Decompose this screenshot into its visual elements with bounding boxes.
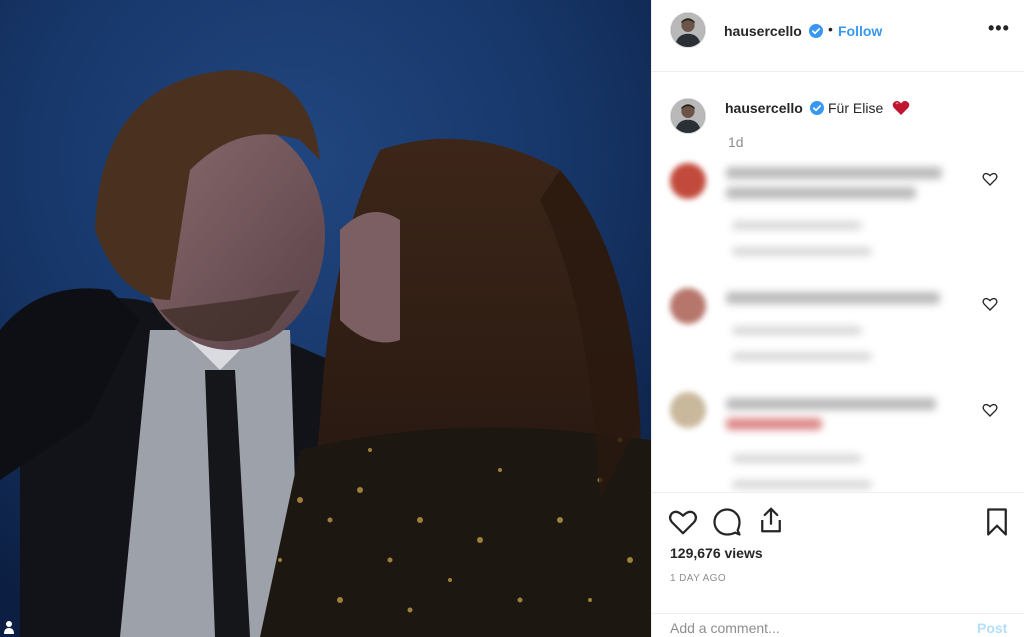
comment-like-heart-icon[interactable] [982,402,998,418]
post-header: hausercello • Follow ••• [652,0,1024,72]
heart-emoji-icon [892,101,910,115]
comment-like-heart-icon[interactable] [982,296,998,312]
bookmark-icon [987,508,1007,536]
like-button[interactable] [668,507,698,537]
caption-text: Für Elise [828,100,884,116]
comment-bubble-icon [713,508,741,536]
post-details-panel: hausercello • Follow ••• hausercello Für… [651,0,1024,637]
heart-icon [668,510,698,535]
comment-meta-blurred [732,221,862,230]
view-count[interactable]: 129,676 views [670,545,763,561]
add-comment-bar: Post [652,613,1024,637]
view-replies-blurred[interactable] [732,247,872,256]
comments-list[interactable]: hausercello Für Elise 1d [652,72,1024,492]
comment-like-heart-icon[interactable] [982,171,998,187]
caption-timestamp[interactable]: 1d [728,134,744,150]
avatar[interactable] [670,12,706,48]
post-media[interactable] [0,0,651,637]
post-actions: 129,676 views 1 DAY AGO Post [652,492,1024,637]
verified-badge-icon [810,101,824,115]
user-tag-icon[interactable] [4,620,14,634]
comment-meta-blurred [732,454,862,463]
video-frame-illustration [0,0,651,637]
avatar[interactable] [670,98,706,134]
post-comment-button[interactable]: Post [977,620,1007,636]
more-options-button[interactable]: ••• [988,18,1010,39]
comment-avatar[interactable] [670,163,706,199]
caption-username-link[interactable]: hausercello [725,100,803,116]
comment-meta-blurred [732,326,862,335]
comment-text-blurred [726,167,942,179]
comment-avatar[interactable] [670,392,706,428]
share-button[interactable] [756,505,786,535]
username-link[interactable]: hausercello [724,23,802,39]
verified-badge-icon [809,24,823,38]
separator-dot: • [828,21,833,37]
comment-button[interactable] [712,507,742,537]
comment-text-blurred [726,187,916,199]
comment-text-blurred [726,398,936,410]
comment-input[interactable] [670,620,950,636]
view-replies-blurred[interactable] [732,352,872,361]
save-button[interactable] [982,507,1012,537]
post-timestamp[interactable]: 1 DAY AGO [670,573,726,584]
comment-avatar[interactable] [670,288,706,324]
view-replies-blurred[interactable] [732,480,872,489]
profile-photo [671,13,705,47]
comment-text-blurred [726,418,822,430]
profile-photo [671,99,705,133]
share-upload-icon [761,507,781,533]
follow-button[interactable]: Follow [838,23,882,39]
comment-text-blurred [726,292,940,304]
